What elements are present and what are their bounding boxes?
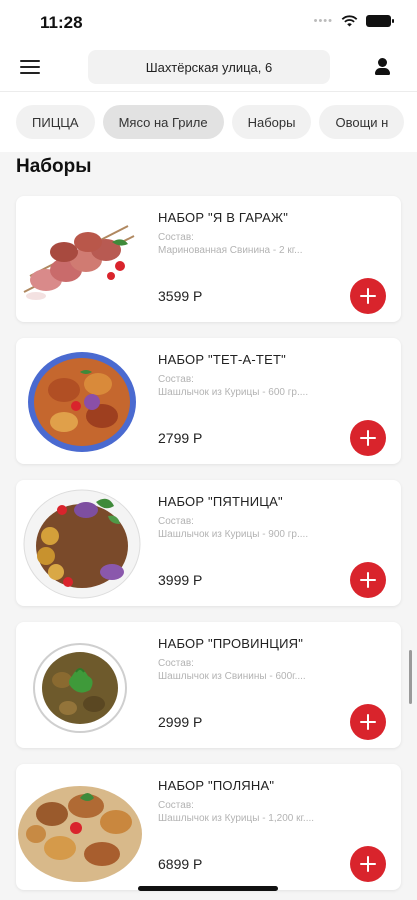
add-to-cart-button[interactable] — [350, 846, 386, 882]
add-to-cart-button[interactable] — [350, 420, 386, 456]
app-header: Шахтёрская улица, 6 — [0, 44, 417, 92]
product-name: НАБОР "Я В ГАРАЖ" — [158, 210, 289, 225]
product-card[interactable]: НАБОР "ТЕТ-А-ТЕТ" Состав: Шашлычок из Ку… — [16, 338, 401, 464]
composition-label: Состав: — [158, 658, 194, 669]
province-platter-image — [33, 643, 127, 733]
add-to-cart-button[interactable] — [350, 562, 386, 598]
composition-label: Состав: — [158, 516, 194, 527]
composition-text: Шашлычок из Курицы - 600 гр.... — [158, 387, 309, 398]
address-selector[interactable]: Шахтёрская улица, 6 — [88, 50, 330, 84]
product-card[interactable]: НАБОР "ПЯТНИЦА" Состав: Шашлычок из Кури… — [16, 480, 401, 606]
composition-label: Состав: — [158, 232, 194, 243]
product-name: НАБОР "ПРОВИНЦИЯ" — [158, 636, 304, 651]
tab-pizza[interactable]: ПИЦЦА — [16, 105, 95, 139]
tab-vegetables[interactable]: Овощи н — [319, 105, 405, 139]
composition-label: Состав: — [158, 374, 194, 385]
grill-platter-image — [28, 352, 136, 452]
scrollbar[interactable] — [409, 650, 412, 704]
product-card[interactable]: НАБОР "ПРОВИНЦИЯ" Состав: Шашлычок из Св… — [16, 622, 401, 748]
product-card[interactable]: НАБОР "Я В ГАРАЖ" Состав: Маринованная С… — [16, 196, 401, 322]
user-icon[interactable] — [372, 56, 394, 78]
product-price: 2799 Р — [158, 430, 203, 446]
status-bar: 11:28 •••• — [0, 0, 417, 44]
category-tabs: ПИЦЦА Мясо на Гриле Наборы Овощи н — [0, 92, 417, 152]
polyana-platter-image — [18, 786, 142, 882]
composition-text: Маринованная Свинина - 2 кг... — [158, 245, 303, 256]
signal-icon: •••• — [313, 15, 333, 27]
wifi-icon — [341, 15, 358, 27]
product-name: НАБОР "ПОЛЯНА" — [158, 778, 275, 793]
product-name: НАБОР "ПЯТНИЦА" — [158, 494, 283, 509]
product-price: 3999 Р — [158, 572, 203, 588]
tab-sets[interactable]: Наборы — [231, 105, 312, 139]
add-to-cart-button[interactable] — [350, 704, 386, 740]
add-to-cart-button[interactable] — [350, 278, 386, 314]
section-title: Наборы — [16, 156, 92, 177]
product-card[interactable]: НАБОР "ПОЛЯНА" Состав: Шашлычок из Куриц… — [16, 764, 401, 890]
composition-text: Шашлычок из Свинины - 600г.... — [158, 671, 306, 682]
composition-text: Шашлычок из Курицы - 1,200 кг.... — [158, 813, 315, 824]
tab-grill-meat[interactable]: Мясо на Гриле — [102, 105, 224, 139]
status-icons: •••• — [313, 15, 394, 27]
product-price: 2999 Р — [158, 714, 203, 730]
status-time: 11:28 — [40, 13, 83, 32]
skewers-image — [23, 225, 135, 300]
hamburger-icon[interactable] — [20, 58, 40, 76]
friday-platter-image — [23, 489, 141, 599]
battery-icon — [366, 15, 394, 27]
home-indicator[interactable] — [138, 886, 278, 891]
product-price: 3599 Р — [158, 288, 203, 304]
composition-label: Состав: — [158, 800, 194, 811]
product-price: 6899 Р — [158, 856, 203, 872]
composition-text: Шашлычок из Курицы - 900 гр.... — [158, 529, 309, 540]
product-name: НАБОР "ТЕТ-А-ТЕТ" — [158, 352, 286, 367]
